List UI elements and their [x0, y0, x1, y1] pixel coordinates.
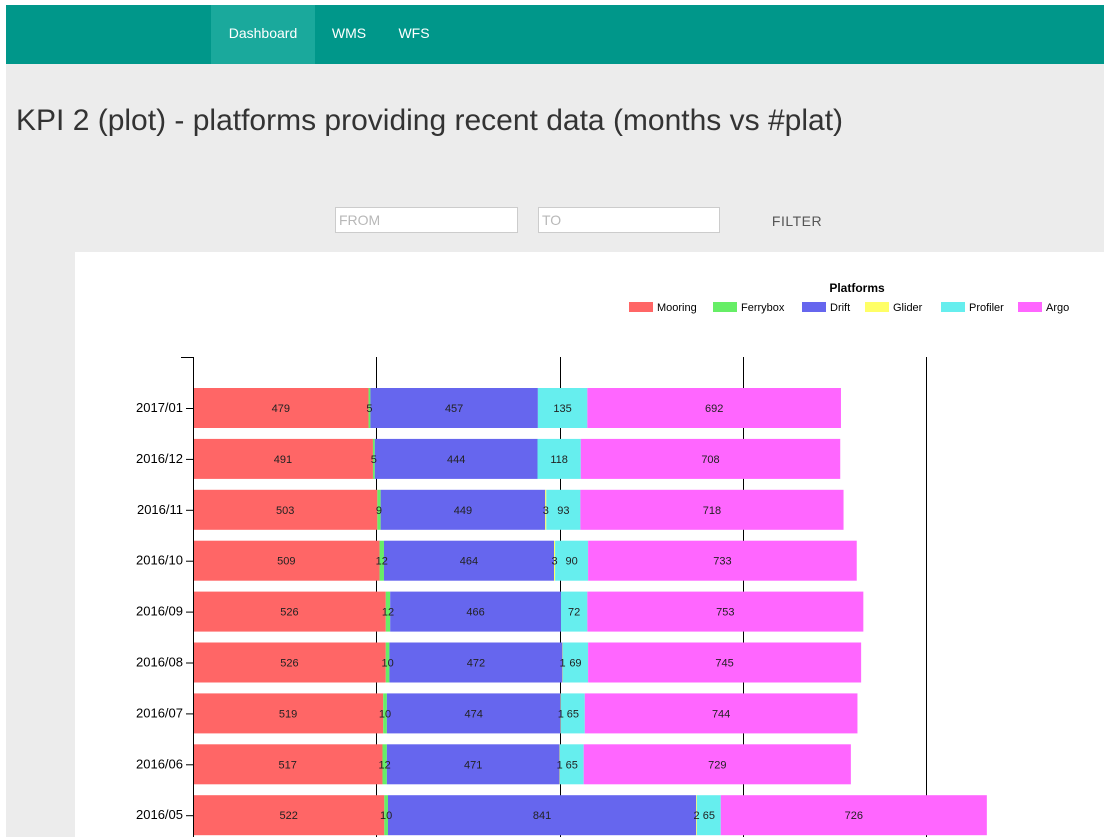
data-label-profiler: 65	[703, 810, 715, 822]
y-tick-label: 2016/07	[136, 705, 183, 720]
data-label-profiler: 90	[565, 556, 577, 568]
legend-swatch-glider	[865, 302, 889, 312]
data-label-argo: 692	[705, 403, 723, 415]
data-label-argo: 718	[703, 505, 721, 517]
data-label-mooring: 519	[279, 708, 297, 720]
data-label-mooring: 526	[280, 607, 298, 619]
data-label-mooring: 526	[280, 658, 298, 670]
legend-swatch-ferrybox	[713, 302, 737, 312]
data-label-mooring: 479	[272, 403, 290, 415]
data-label-ferrybox: 5	[371, 454, 377, 466]
data-label-ferrybox: 12	[376, 556, 388, 568]
nav-wms[interactable]: WMS	[324, 5, 374, 64]
legend-swatch-profiler	[941, 302, 965, 312]
chart-panel: 479 5 457 135 692 491 5 444 118 708 503 9 449 3 93 718 5…	[75, 252, 1104, 837]
legend-label-argo: Argo	[1046, 302, 1069, 314]
data-label-drift: 457	[445, 403, 463, 415]
nav-wfs[interactable]: WFS	[389, 5, 439, 64]
data-label-ferrybox: 10	[379, 708, 391, 720]
data-label-drift: 444	[447, 454, 465, 466]
data-label-glider: 3	[551, 556, 557, 568]
data-label-profiler: 65	[567, 708, 579, 720]
data-label-drift: 464	[460, 556, 478, 568]
data-label-profiler: 69	[569, 658, 581, 670]
chart-legend: Platforms Mooring Ferrybox Drift Glider Prof…	[629, 281, 1069, 314]
data-label-argo: 708	[701, 454, 719, 466]
legend-swatch-drift	[802, 302, 826, 312]
data-label-mooring: 517	[279, 759, 297, 771]
legend-label-profiler: Profiler	[969, 302, 1004, 314]
y-tick-label: 2016/09	[136, 604, 183, 619]
legend-label-ferrybox: Ferrybox	[741, 302, 785, 314]
top-navbar: Dashboard WMS WFS	[6, 5, 1104, 64]
legend-swatch-mooring	[629, 302, 653, 312]
to-date-input[interactable]	[538, 207, 720, 233]
stacked-bar-chart: 479 5 457 135 692491 5 444 118 708503 9 449 3 93 7185…	[136, 281, 1069, 837]
y-tick-label: 2016/08	[136, 655, 183, 670]
nav-dashboard[interactable]: Dashboard	[211, 5, 315, 64]
from-date-input[interactable]	[335, 207, 518, 233]
data-label-ferrybox: 12	[382, 607, 394, 619]
data-label-mooring: 522	[279, 810, 297, 822]
data-label-mooring: 491	[274, 454, 292, 466]
data-label-drift: 471	[464, 759, 482, 771]
data-label-argo: 733	[713, 556, 731, 568]
data-label-mooring: 509	[277, 556, 295, 568]
y-tick-label: 2016/12	[136, 451, 183, 466]
data-label-ferrybox: 10	[381, 658, 393, 670]
legend-label-drift: Drift	[830, 302, 850, 314]
legend-swatch-argo	[1018, 302, 1042, 312]
y-tick-label: 2016/06	[136, 756, 183, 771]
data-label-drift: 474	[465, 708, 483, 720]
data-label-profiler: 135	[553, 403, 571, 415]
data-label-glider: 1	[560, 658, 566, 670]
legend-label-mooring: Mooring	[657, 302, 697, 314]
y-tick-label: 2017/01	[136, 400, 183, 415]
filter-button[interactable]: FILTER	[762, 207, 832, 235]
data-label-profiler: 93	[557, 505, 569, 517]
page-title: KPI 2 (plot) - platforms providing recen…	[16, 104, 844, 137]
data-label-argo: 729	[708, 759, 726, 771]
legend-label-glider: Glider	[893, 302, 923, 314]
data-label-ferrybox: 5	[366, 403, 372, 415]
y-tick-label: 2016/05	[136, 807, 183, 822]
data-label-argo: 753	[716, 607, 734, 619]
data-label-argo: 744	[712, 708, 730, 720]
y-axis: 2017/01 2016/12 2016/11 2016/10 2016/09 2016/…	[136, 357, 194, 837]
data-label-drift: 466	[466, 607, 484, 619]
data-label-glider: 1	[557, 759, 563, 771]
y-tick-label: 2016/11	[137, 502, 183, 517]
data-label-ferrybox: 10	[380, 810, 392, 822]
data-label-glider: 1	[558, 708, 564, 720]
data-label-profiler: 65	[566, 759, 578, 771]
data-label-argo: 745	[715, 658, 733, 670]
data-label-mooring: 503	[276, 505, 294, 517]
data-label-argo: 726	[845, 810, 863, 822]
data-label-profiler: 118	[550, 454, 568, 466]
data-label-glider: 3	[543, 505, 549, 517]
legend-title: Platforms	[829, 281, 885, 295]
data-label-profiler: 72	[568, 607, 580, 619]
y-tick-label: 2016/10	[136, 553, 183, 568]
data-label-drift: 472	[467, 658, 485, 670]
data-label-drift: 841	[533, 810, 551, 822]
chart-bars	[193, 388, 987, 836]
data-label-drift: 449	[454, 505, 472, 517]
data-label-ferrybox: 9	[376, 505, 382, 517]
data-label-glider: 2	[694, 810, 700, 822]
data-label-ferrybox: 12	[379, 759, 391, 771]
